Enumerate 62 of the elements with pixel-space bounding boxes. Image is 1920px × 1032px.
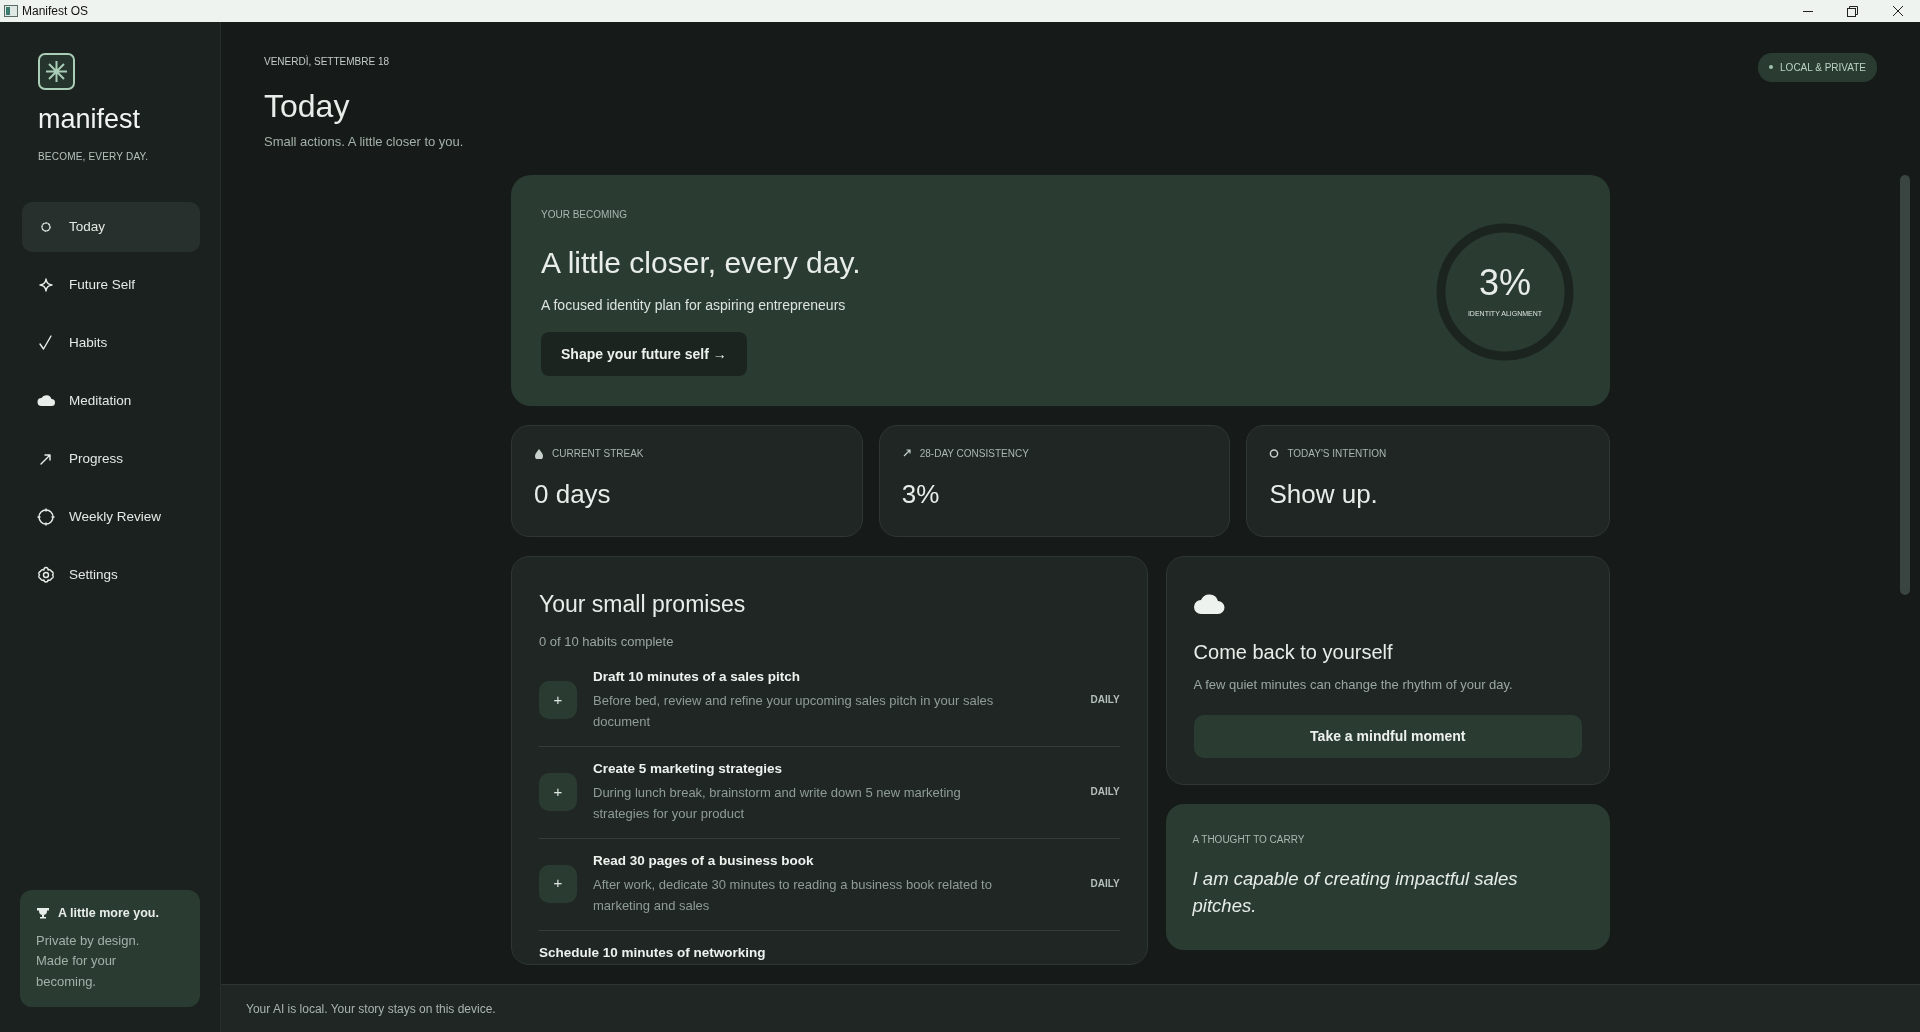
nav-item[interactable]: Progress [22, 434, 200, 484]
hero-title: A little closer, every day. [541, 245, 861, 281]
logo-icon [38, 53, 75, 90]
complete-button[interactable]: + [539, 680, 577, 719]
close-icon [1892, 6, 1903, 16]
mindful-button[interactable]: Take a mindful moment [1193, 714, 1582, 758]
page-subtitle: Small actions. A little closer to you. [264, 133, 464, 152]
future-self-button[interactable]: Shape your future self → [541, 332, 747, 376]
stat-label: 28-DAY CONSISTENCY [919, 447, 1029, 461]
info-title: A little more you. [58, 904, 159, 922]
ring-icon [1269, 448, 1280, 459]
frequency-label: DAILY [1090, 877, 1120, 892]
stat-label: CURRENT STREAK [552, 447, 644, 461]
nav-item[interactable]: Weekly Review [22, 492, 200, 542]
page-title: Today [264, 89, 351, 125]
habit-title: Schedule 10 minutes of networking [539, 943, 767, 962]
drop-icon [534, 448, 544, 459]
alignment-value: 3% [1479, 263, 1531, 304]
nav-item[interactable]: Future Self [22, 260, 200, 310]
stat-value: 0 days [534, 478, 612, 511]
date-label: VENERDÌ, SETTEMBRE 18 [264, 54, 391, 69]
habit-description: During lunch break, brainstorm and write down 5 new marketing strategies for your product [593, 784, 962, 823]
restore-icon [1847, 5, 1858, 17]
habit-count: 0 of 10 habits complete [539, 632, 675, 651]
app-icon [4, 5, 18, 17]
cloud-icon [1193, 593, 1225, 614]
nav-item[interactable]: Today [22, 202, 200, 252]
complete-button[interactable]: + [539, 772, 577, 811]
card-title: Come back to yourself [1193, 640, 1394, 665]
stat-value: 3% [901, 478, 941, 511]
brand-name: manifest [38, 106, 142, 133]
window-title: Manifest OS [22, 3, 89, 20]
section-label: YOUR BECOMING [541, 208, 629, 222]
habit-title: Draft 10 minutes of a sales pitch [593, 668, 802, 686]
nav-item[interactable]: Meditation [22, 376, 200, 426]
sparkle-icon [37, 276, 55, 294]
habit-description: After work, dedicate 30 minutes to reading a business book related to marketing and sales [593, 875, 993, 915]
frequency-label: DAILY [1090, 785, 1120, 800]
stat-label: TODAY'S INTENTION [1287, 447, 1387, 461]
trophy-icon [36, 907, 50, 920]
frequency-label: DAILY [1090, 693, 1120, 708]
habit-title: Create 5 marketing strategies [593, 759, 784, 778]
section-label: A THOUGHT TO CARRY [1192, 832, 1306, 847]
stat-value: Show up. [1269, 478, 1379, 511]
tagline: BECOME, EVERY DAY. [38, 150, 150, 164]
affirmation-quote: I am capable of creating impactful sales pitches. [1192, 866, 1519, 919]
status-text: Your AI is local. Your story stays on this device. [246, 1000, 496, 1018]
arrow-icon [901, 448, 912, 459]
settings-icon [37, 566, 55, 584]
hero-subtitle: A focused identity plan for aspiring entrepreneurs [541, 296, 847, 315]
habit-title: Read 30 pages of a business book [593, 851, 815, 870]
card-text: A few quiet minutes can change the rhythm of your day. [1193, 676, 1514, 694]
nav-item[interactable]: Settings [22, 550, 200, 600]
complete-button[interactable]: + [539, 864, 577, 903]
nav-item[interactable]: Habits [22, 318, 200, 368]
scrollbar-thumb[interactable] [1900, 175, 1910, 595]
privacy-badge: LOCAL & PRIVATE [1758, 52, 1877, 82]
cycle-icon [37, 508, 55, 526]
info-text: Private by design. Made for your becoming. [36, 931, 141, 992]
check-icon [37, 334, 55, 352]
card-title: Your small promises [539, 590, 747, 619]
habit-description: Before bed, review and refine your upcoming sales pitch in your sales document [593, 692, 995, 732]
